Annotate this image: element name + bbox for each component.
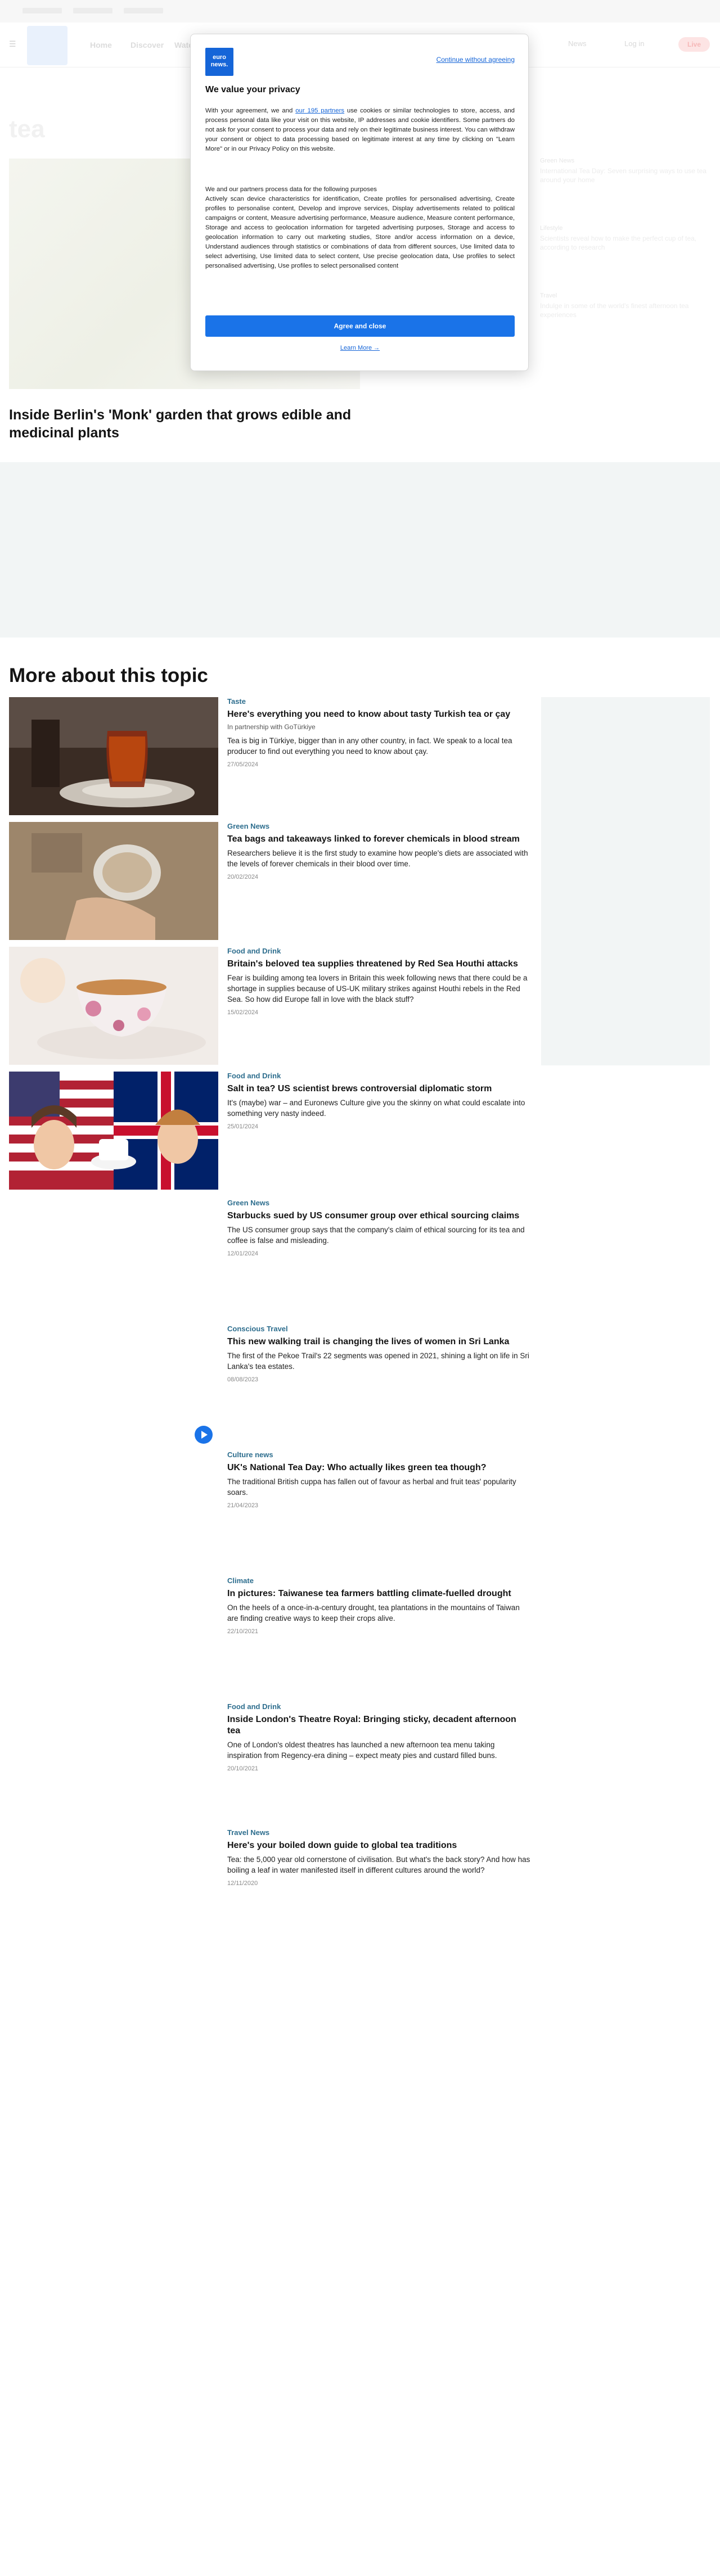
play-video-button[interactable] bbox=[195, 1426, 213, 1444]
purposes-intro: We and our partners process data for the… bbox=[205, 186, 377, 193]
article-date: 27/05/2024 bbox=[227, 761, 259, 768]
article-title[interactable]: In pictures: Taiwanese tea farmers battl… bbox=[227, 1588, 531, 1599]
article-item[interactable]: Food and Drink Britain's beloved tea sup… bbox=[9, 947, 532, 1072]
article-description: Researchers believe it is the first stud… bbox=[227, 849, 528, 868]
sidebar-item[interactable]: Lifestyle Scientists reveal how to make … bbox=[540, 225, 709, 252]
article-date: 12/11/2020 bbox=[227, 1880, 258, 1887]
article-item[interactable]: Green News Starbucks sued by US consumer… bbox=[9, 1196, 532, 1321]
article-item[interactable]: Food and Drink Inside London's Theatre R… bbox=[9, 1696, 532, 1820]
consent-title: We value your privacy bbox=[205, 85, 300, 94]
article-title[interactable]: Salt in tea? US scientist brews controve… bbox=[227, 1083, 531, 1095]
article-item[interactable]: Conscious Travel This new walking trail … bbox=[9, 1321, 532, 1446]
article-category[interactable]: Green News bbox=[227, 1199, 531, 1207]
article-description: One of London's oldest theatres has laun… bbox=[227, 1741, 497, 1760]
article-date: 20/10/2021 bbox=[227, 1765, 259, 1772]
top-link[interactable] bbox=[22, 8, 62, 13]
hero-title[interactable]: Inside Berlin's 'Monk' garden that grows… bbox=[9, 406, 369, 442]
article-category[interactable]: Conscious Travel bbox=[227, 1325, 531, 1333]
article-item[interactable]: Green News Tea bags and takeaways linked… bbox=[9, 822, 532, 947]
article-description: The first of the Pekoe Trail's 22 segmen… bbox=[227, 1352, 529, 1371]
nav-item-news[interactable]: News bbox=[568, 39, 587, 48]
article-thumbnail[interactable] bbox=[9, 822, 218, 940]
top-link[interactable] bbox=[124, 8, 163, 13]
menu-icon[interactable]: ☰ bbox=[9, 39, 18, 48]
article-category[interactable]: Culture news bbox=[227, 1450, 531, 1459]
top-strip bbox=[0, 0, 720, 22]
logo-line-2: news. bbox=[210, 61, 228, 68]
article-description: It's (maybe) war – and Euronews Culture … bbox=[227, 1099, 525, 1118]
learn-more-link[interactable]: Learn More → bbox=[191, 345, 529, 351]
article-title[interactable]: This new walking trail is changing the l… bbox=[227, 1336, 531, 1348]
article-category[interactable]: Food and Drink bbox=[227, 1702, 531, 1711]
purposes-list: Actively scan device characteristics for… bbox=[205, 196, 515, 269]
article-category[interactable]: Taste bbox=[227, 697, 531, 706]
article-description: The traditional British cuppa has fallen… bbox=[227, 1477, 516, 1497]
article-description: The US consumer group says that the comp… bbox=[227, 1226, 525, 1245]
sidebar-item-category: Green News bbox=[540, 157, 575, 164]
article-category[interactable]: Climate bbox=[227, 1576, 531, 1585]
sidebar-item[interactable]: Travel Indulge in some of the world's fi… bbox=[540, 292, 709, 319]
article-thumbnail[interactable] bbox=[9, 947, 218, 1065]
article-title[interactable]: Here's everything you need to know about… bbox=[227, 709, 531, 720]
article-title[interactable]: UK's National Tea Day: Who actually like… bbox=[227, 1462, 531, 1474]
sidebar-item-title[interactable]: International Tea Day: Seven surprising … bbox=[540, 166, 709, 184]
sidebar-item-category: Lifestyle bbox=[540, 225, 563, 232]
top-link[interactable] bbox=[73, 8, 112, 13]
sidebar-item[interactable]: Green News International Tea Day: Seven … bbox=[540, 157, 709, 184]
euronews-logo: euro news. bbox=[205, 48, 233, 76]
article-item[interactable]: Taste Here's everything you need to know… bbox=[9, 697, 532, 822]
sidebar-item-title[interactable]: Scientists reveal how to make the perfec… bbox=[540, 234, 709, 252]
sidebar-item-category: Travel bbox=[540, 292, 557, 299]
article-list: Taste Here's everything you need to know… bbox=[9, 697, 532, 1945]
agree-and-close-button[interactable]: Agree and close bbox=[205, 315, 515, 337]
article-description: Fear is building among tea lovers in Bri… bbox=[227, 974, 528, 1004]
login-link[interactable]: Log in bbox=[624, 39, 644, 48]
article-date: 12/01/2024 bbox=[227, 1250, 259, 1257]
article-date: 22/10/2021 bbox=[227, 1628, 259, 1635]
nav-item-discover[interactable]: Discover bbox=[130, 40, 164, 49]
sidebar-item-title[interactable]: Indulge in some of the world's finest af… bbox=[540, 301, 709, 319]
article-item[interactable]: Climate In pictures: Taiwanese tea farme… bbox=[9, 1571, 532, 1696]
consent-text: With your agreement, we and our 195 part… bbox=[205, 106, 515, 154]
article-category[interactable]: Food and Drink bbox=[227, 947, 531, 955]
article-thumbnail[interactable] bbox=[9, 1072, 218, 1190]
article-partner: In partnership with GoTürkiye bbox=[227, 723, 316, 731]
article-title[interactable]: Inside London's Theatre Royal: Bringing … bbox=[227, 1714, 531, 1737]
article-description: Tea is big in Türkiye, bigger than in an… bbox=[227, 736, 512, 756]
article-date: 20/02/2024 bbox=[227, 874, 259, 880]
article-category[interactable]: Food and Drink bbox=[227, 1072, 531, 1080]
article-title[interactable]: Britain's beloved tea supplies threatene… bbox=[227, 959, 531, 970]
section-title: More about this topic bbox=[9, 665, 208, 686]
article-category[interactable]: Green News bbox=[227, 822, 531, 830]
ad-banner bbox=[0, 462, 720, 638]
article-thumbnail[interactable] bbox=[9, 697, 218, 815]
live-button[interactable]: Live bbox=[678, 37, 710, 52]
article-title[interactable]: Starbucks sued by US consumer group over… bbox=[227, 1210, 531, 1222]
article-date: 15/02/2024 bbox=[227, 1009, 259, 1016]
sidebar-list: Green News International Tea Day: Seven … bbox=[540, 157, 709, 360]
article-item[interactable]: Travel News Here's your boiled down guid… bbox=[9, 1820, 532, 1945]
article-item[interactable]: Culture news UK's National Tea Day: Who … bbox=[9, 1446, 532, 1571]
article-date: 08/08/2023 bbox=[227, 1376, 259, 1383]
logo-line-1: euro bbox=[213, 54, 226, 61]
consent-dialog: euro news. Continue without agreeing We … bbox=[190, 34, 529, 371]
consent-text-after: use cookies or similar technologies to s… bbox=[205, 107, 515, 152]
continue-without-agreeing-link[interactable]: Continue without agreeing bbox=[436, 56, 515, 64]
partners-link[interactable]: our 195 partners bbox=[295, 107, 344, 114]
page-title: tea bbox=[9, 115, 45, 143]
article-category[interactable]: Travel News bbox=[227, 1828, 531, 1837]
article-date: 25/01/2024 bbox=[227, 1123, 259, 1130]
article-item[interactable]: Food and Drink Salt in tea? US scientist… bbox=[9, 1072, 532, 1196]
nav-item-home[interactable]: Home bbox=[90, 40, 112, 49]
article-description: On the heels of a once-in-a-century drou… bbox=[227, 1603, 520, 1623]
article-title[interactable]: Tea bags and takeaways linked to forever… bbox=[227, 834, 531, 845]
article-date: 21/04/2023 bbox=[227, 1502, 259, 1509]
sidebar-ad bbox=[541, 697, 710, 1065]
article-title[interactable]: Here's your boiled down guide to global … bbox=[227, 1840, 531, 1851]
article-description: Tea: the 5,000 year old cornerstone of c… bbox=[227, 1855, 530, 1874]
consent-purposes: We and our partners process data for the… bbox=[205, 185, 515, 271]
consent-text-before: With your agreement, we and bbox=[205, 107, 296, 114]
euronews-logo[interactable] bbox=[27, 26, 68, 65]
